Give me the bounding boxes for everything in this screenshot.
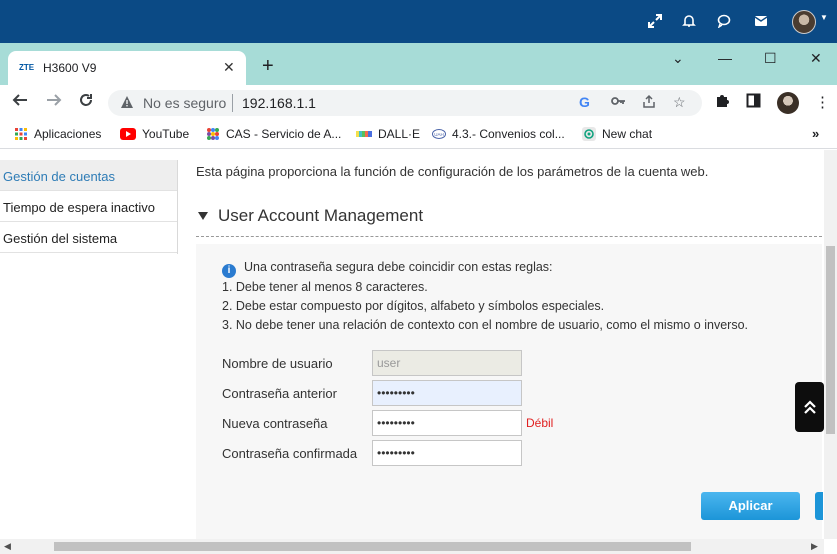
password-rules: i Una contraseña segura debe coincidir co… xyxy=(222,258,748,335)
key-icon[interactable] xyxy=(611,94,626,111)
section-title: User Account Management xyxy=(218,206,424,225)
user-avatar[interactable] xyxy=(792,10,816,34)
info-icon: i xyxy=(222,264,236,278)
bookmark-label: Aplicaciones xyxy=(34,127,102,141)
bookmarks-bar: Aplicaciones YouTube CAS - Servicio de A… xyxy=(0,121,837,149)
section-divider xyxy=(196,236,822,237)
confirm-password-label: Contraseña confirmada xyxy=(222,446,358,461)
openai-icon xyxy=(582,127,596,141)
tab-search-chevron-icon[interactable]: ⌄ xyxy=(672,50,684,67)
back-button[interactable] xyxy=(12,92,28,112)
apply-button[interactable]: Aplicar xyxy=(701,492,800,520)
chevron-down-icon[interactable]: ▼ xyxy=(820,13,828,22)
expand-icon[interactable] xyxy=(645,11,665,31)
old-password-field[interactable]: ••••••••• xyxy=(372,380,522,406)
browser-tab[interactable]: ZTE H3600 V9 ✕ xyxy=(8,51,246,85)
reload-button[interactable] xyxy=(78,92,94,112)
tab-title: H3600 V9 xyxy=(43,61,97,75)
username-label: Nombre de usuario xyxy=(222,356,333,371)
share-icon[interactable] xyxy=(642,94,656,111)
vertical-scroll-thumb[interactable] xyxy=(826,246,835,434)
rule-item: 2. Debe estar compuesto por dígitos, alf… xyxy=(222,299,605,313)
youtube-icon xyxy=(120,128,136,140)
bookmark-youtube[interactable]: YouTube xyxy=(120,127,189,141)
bookmark-new-chat[interactable]: New chat xyxy=(582,127,652,141)
side-panel-icon[interactable] xyxy=(746,93,761,112)
bookmark-dalle[interactable]: DALL·E xyxy=(356,127,420,141)
profile-avatar[interactable] xyxy=(777,92,799,114)
bookmark-label: CAS - Servicio de A... xyxy=(226,127,342,141)
dalle-icon xyxy=(356,131,372,137)
bookmark-cas[interactable]: CAS - Servicio de A... xyxy=(206,127,341,141)
sidebar-menu: Gestión de cuentas Tiempo de espera inac… xyxy=(0,160,178,253)
sidebar-item-tiempo-espera[interactable]: Tiempo de espera inactivo xyxy=(0,191,178,222)
new-tab-button[interactable]: + xyxy=(262,56,274,76)
kebab-menu-icon[interactable]: ⋮ xyxy=(815,93,830,111)
uah-icon: UAH xyxy=(432,129,446,139)
extensions-puzzle-icon[interactable] xyxy=(715,93,730,112)
new-password-field[interactable]: ••••••••• xyxy=(372,410,522,436)
old-password-label: Contraseña anterior xyxy=(222,386,337,401)
sidebar-item-gestion-cuentas[interactable]: Gestión de cuentas xyxy=(0,160,178,191)
svg-text:UAH: UAH xyxy=(434,132,444,137)
cas-icon xyxy=(207,128,219,140)
rule-item: 3. No debe tener una relación de context… xyxy=(222,318,748,332)
bookmark-label: YouTube xyxy=(142,127,190,141)
cancel-button-partial[interactable] xyxy=(815,492,823,520)
bookmark-apps[interactable]: Aplicaciones xyxy=(14,127,101,141)
chat-icon[interactable] xyxy=(714,11,734,31)
password-strength-label: Débil xyxy=(526,416,554,430)
close-tab-icon[interactable]: ✕ xyxy=(223,59,235,76)
minimize-button[interactable]: — xyxy=(718,50,732,66)
browser-toolbar: No es seguro 192.168.1.1 G ☆ ⋮ xyxy=(0,85,837,121)
bookmark-convenios[interactable]: UAH 4.3.- Convenios col... xyxy=(432,127,565,141)
scroll-left-arrow-icon[interactable]: ◀ xyxy=(4,541,11,552)
bookmark-label: DALL·E xyxy=(378,127,421,141)
double-chevron-up-icon xyxy=(803,400,816,414)
new-password-label: Nueva contraseña xyxy=(222,416,328,431)
page-content: Gestión de cuentas Tiempo de espera inac… xyxy=(0,150,837,554)
close-window-button[interactable]: ✕ xyxy=(810,50,822,67)
scroll-to-top-button[interactable] xyxy=(795,382,824,432)
mail-icon[interactable] xyxy=(751,11,771,31)
forward-button[interactable] xyxy=(46,92,62,112)
scroll-right-arrow-icon[interactable]: ▶ xyxy=(811,541,818,552)
more-bookmarks-button[interactable]: » xyxy=(812,126,819,141)
address-bar[interactable]: No es seguro 192.168.1.1 G ☆ xyxy=(108,90,702,116)
tab-strip: ZTE H3600 V9 ✕ + ⌄ — ☐ ✕ xyxy=(0,43,837,85)
rule-item: 1. Debe tener al menos 8 caracteres. xyxy=(222,280,428,294)
horizontal-scroll-thumb[interactable] xyxy=(54,542,691,551)
sidebar-divider xyxy=(177,160,178,254)
remote-toolbar: ▼ xyxy=(0,0,837,43)
maximize-button[interactable]: ☐ xyxy=(764,50,777,67)
insecure-label[interactable]: No es seguro xyxy=(143,95,226,111)
collapse-triangle-icon[interactable] xyxy=(198,212,208,220)
zte-favicon-icon: ZTE xyxy=(19,63,35,72)
divider xyxy=(232,94,233,112)
account-form-panel: i Una contraseña segura debe coincidir co… xyxy=(196,244,823,554)
sidebar-item-gestion-sistema[interactable]: Gestión del sistema xyxy=(0,222,178,253)
bookmark-label: 4.3.- Convenios col... xyxy=(452,127,565,141)
page-description: Esta página proporciona la función de co… xyxy=(196,164,709,179)
section-header[interactable]: User Account Management xyxy=(198,206,423,226)
apps-grid-icon xyxy=(15,128,27,140)
rules-heading: Una contraseña segura debe coincidir con… xyxy=(244,260,553,274)
bookmark-star-icon[interactable]: ☆ xyxy=(673,94,686,111)
url-text[interactable]: 192.168.1.1 xyxy=(242,95,316,111)
warning-icon[interactable] xyxy=(120,95,134,109)
confirm-password-field[interactable]: ••••••••• xyxy=(372,440,522,466)
vertical-scrollbar[interactable] xyxy=(824,150,837,539)
username-field: user xyxy=(372,350,522,376)
bookmark-label: New chat xyxy=(602,127,653,141)
horizontal-scrollbar[interactable]: ◀ ▶ xyxy=(0,539,824,554)
bell-icon[interactable] xyxy=(679,11,699,31)
google-translate-icon[interactable]: G xyxy=(579,94,590,110)
